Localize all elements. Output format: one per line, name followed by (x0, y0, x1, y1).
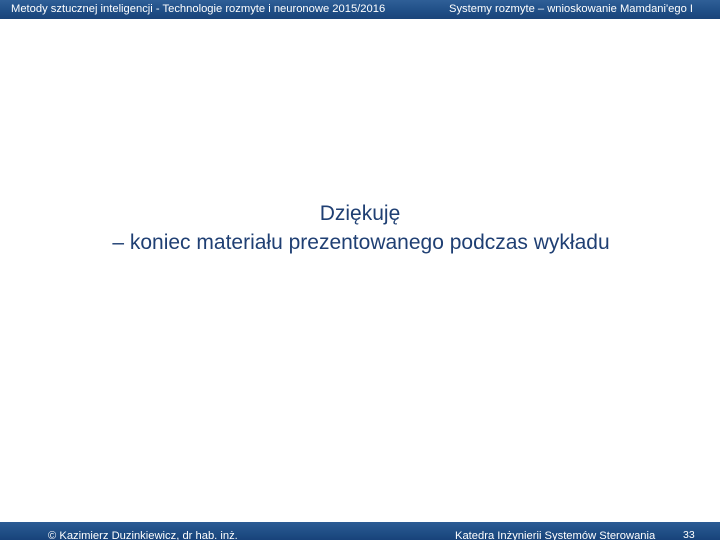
thank-you-text: Dziękuję (319, 202, 401, 225)
end-of-material-text: – koniec materiału prezentowanego podcza… (112, 231, 610, 254)
lecture-topic: Systemy rozmyte – wnioskowanie Mamdani'e… (449, 3, 694, 15)
page-number: 33 (683, 529, 695, 540)
slide-header: Metody sztucznej inteligencji - Technolo… (0, 0, 720, 19)
department-name: Katedra Inżynierii Systemów Sterowania (455, 530, 656, 540)
closing-message: Dziękuję – koniec materiału prezentowane… (0, 199, 720, 257)
course-title: Metody sztucznej inteligencji - Technolo… (11, 3, 386, 15)
author-credit: © Kazimierz Duzinkiewicz, dr hab. inż. (48, 530, 238, 540)
slide-footer: © Kazimierz Duzinkiewicz, dr hab. inż. K… (0, 522, 720, 540)
